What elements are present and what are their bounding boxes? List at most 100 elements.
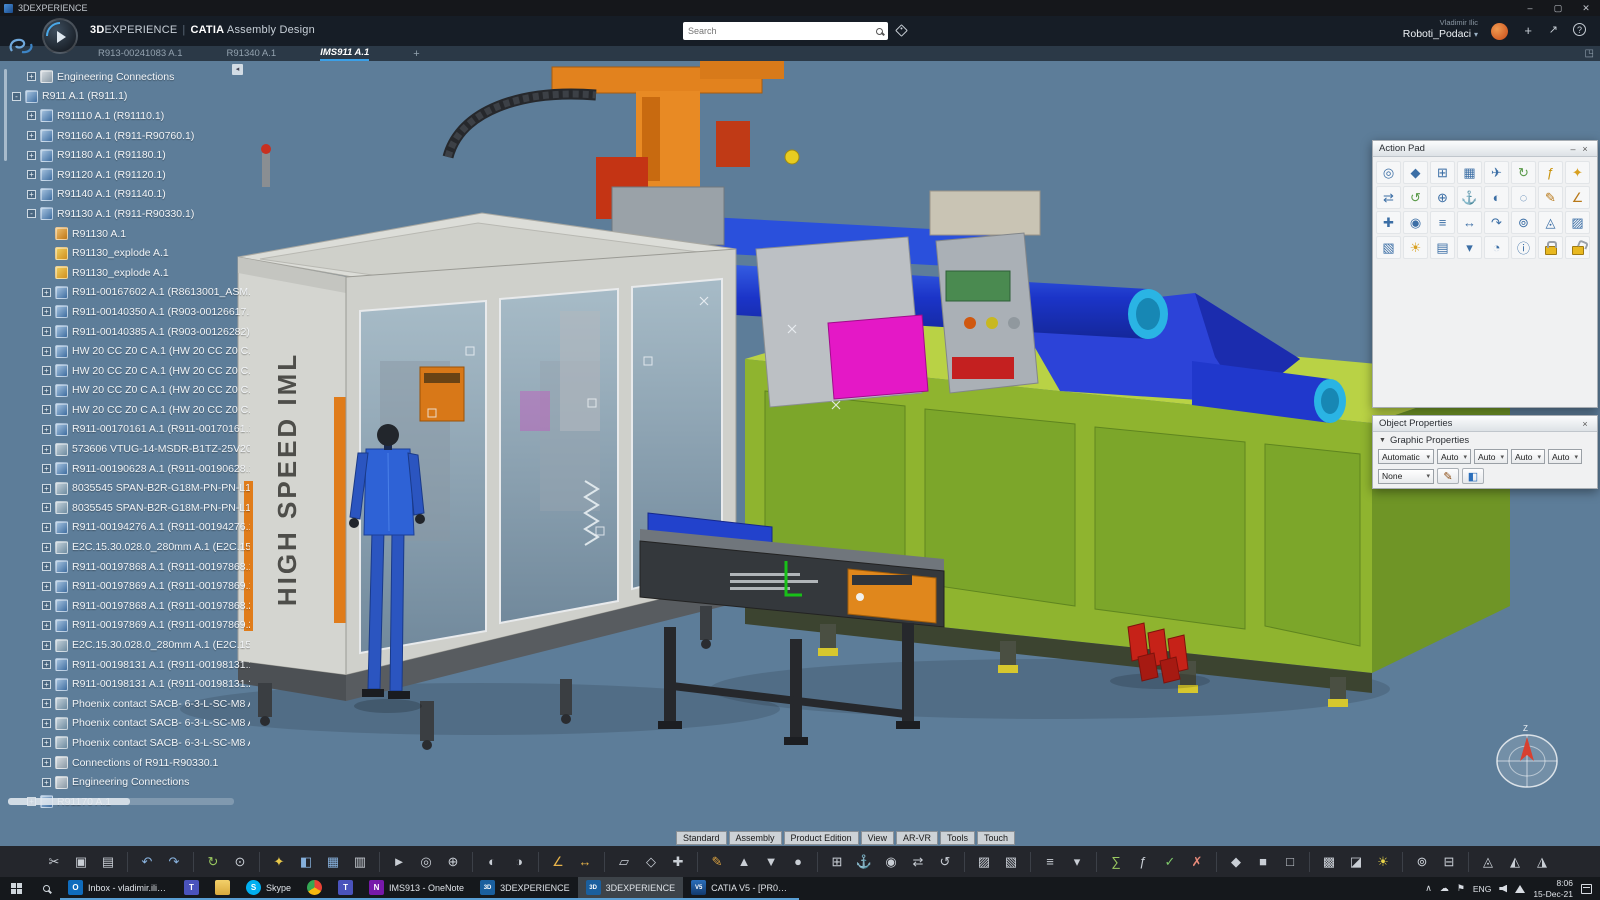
shade-icon[interactable]: ◐ — [1484, 186, 1509, 209]
tree-item[interactable]: +R911-00190628 A.1 (R911-00190628.1) — [0, 459, 250, 479]
explode-icon[interactable]: ◬ — [1538, 211, 1563, 234]
language-indicator[interactable]: ENG — [1473, 884, 1491, 894]
taskbar-app-teams[interactable]: T — [176, 877, 207, 900]
taskbar-search-button[interactable] — [32, 877, 60, 900]
insert-product-icon[interactable]: ◧ — [294, 850, 318, 874]
tree-item[interactable]: +R911-00140385 A.1 (R903-00126282) — [0, 322, 250, 342]
taskbar-app-chrome[interactable] — [299, 877, 330, 900]
top-view-icon[interactable]: □ — [1278, 850, 1302, 874]
expand-expander-icon[interactable]: + — [27, 72, 36, 81]
tab-ims911-a.1[interactable]: IMS911 A.1 — [320, 46, 369, 61]
measure-icon[interactable]: ∠ — [1565, 186, 1590, 209]
taskbar-app-3dexperience[interactable]: 3D3DEXPERIENCE — [472, 877, 578, 900]
pick-icon[interactable]: ✎ — [1538, 186, 1563, 209]
expand-expander-icon[interactable]: + — [27, 111, 36, 120]
update-icon[interactable]: ↻ — [201, 850, 225, 874]
update-icon[interactable]: ↻ — [1511, 161, 1536, 184]
lock-closed-icon[interactable] — [1538, 236, 1563, 259]
clash-icon[interactable]: ▧ — [1376, 236, 1401, 259]
expand-expander-icon[interactable]: + — [27, 190, 36, 199]
tab-r913-00241083-a.1[interactable]: R913-00241083 A.1 — [98, 46, 183, 61]
tree-item[interactable]: +R911-00170161 A.1 (R911-00170161.1) — [0, 420, 250, 440]
formula-icon[interactable]: ƒ — [1538, 161, 1563, 184]
onedrive-icon[interactable]: ☁ — [1440, 883, 1449, 894]
expand-expander-icon[interactable]: + — [42, 778, 51, 787]
expand-expander-icon[interactable]: + — [42, 738, 51, 747]
viewport[interactable]: HIGH SPEED IML — [0, 61, 1600, 846]
tree-item[interactable]: +Phoenix contact SACB- 6-3-L-SC-M8 A.1 ( — [0, 714, 250, 734]
tree-item[interactable]: -R911 A.1 (R911.1) — [0, 87, 250, 107]
graphic-prop-dropdown[interactable]: Auto▾ — [1548, 449, 1582, 464]
reframe-icon[interactable]: ◎ — [1376, 161, 1401, 184]
minimize-button[interactable]: – — [1516, 0, 1544, 16]
pocket-icon[interactable]: ▼ — [759, 850, 783, 874]
expand-expander-icon[interactable]: + — [42, 660, 51, 669]
anchor-icon[interactable]: ⚓ — [1457, 186, 1482, 209]
print-icon[interactable]: ⊟ — [1437, 850, 1461, 874]
avatar[interactable] — [1491, 23, 1508, 40]
tree-item[interactable]: +R91110 A.1 (R91110.1) — [0, 106, 250, 126]
help-icon[interactable]: ? — [1573, 23, 1586, 36]
undo-icon[interactable]: ↶ — [135, 850, 159, 874]
expand-expander-icon[interactable]: + — [42, 425, 51, 434]
refresh-icon[interactable]: ↺ — [1403, 186, 1428, 209]
graphic-prop-dropdown[interactable]: Automatic▾ — [1378, 449, 1434, 464]
tag-icon[interactable] — [895, 24, 908, 37]
copy-icon[interactable]: ▣ — [69, 850, 93, 874]
stack-icon[interactable]: ≡ — [1430, 211, 1455, 234]
action-pad-titlebar[interactable]: Action Pad – × — [1373, 141, 1597, 157]
toolbar-tab-view[interactable]: View — [861, 831, 894, 845]
tree-item[interactable]: +R91160 A.1 (R911-R90760.1) — [0, 126, 250, 146]
iso-view-icon[interactable]: ◆ — [1403, 161, 1428, 184]
expand-expander-icon[interactable]: + — [27, 131, 36, 140]
plane-icon[interactable]: ▱ — [612, 850, 636, 874]
tree-item[interactable]: +R911-00140350 A.1 (R903-00126617.1) — [0, 302, 250, 322]
expand-expander-icon[interactable]: + — [42, 601, 51, 610]
taskbar-app-explorer[interactable] — [207, 877, 238, 900]
close-panel-icon[interactable]: × — [1579, 419, 1591, 429]
graphic-prop-dropdown[interactable]: Auto▾ — [1437, 449, 1471, 464]
sketch-icon[interactable]: ✎ — [705, 850, 729, 874]
parameters-icon[interactable]: ƒ — [1131, 850, 1155, 874]
snap-icon[interactable]: ◉ — [879, 850, 903, 874]
expand-expander-icon[interactable]: + — [42, 543, 51, 552]
fly-icon[interactable]: ✈ — [1484, 161, 1509, 184]
expand-expander-icon[interactable]: + — [42, 347, 51, 356]
new-tab-button[interactable]: + — [413, 46, 419, 61]
3d-compass-icon[interactable] — [42, 18, 78, 54]
layers-icon[interactable]: ▤ — [1430, 236, 1455, 259]
taskbar-app-onenote[interactable]: NIMS913 - OneNote — [361, 877, 472, 900]
settings-icon[interactable]: ◔ — [1484, 236, 1509, 259]
expand-expander-icon[interactable]: + — [42, 288, 51, 297]
tree-item[interactable]: +R911-00198131 A.1 (R911-00198131.1) — [0, 655, 250, 675]
clash-icon[interactable]: ▧ — [999, 850, 1023, 874]
center-tree-icon[interactable]: ⊕ — [441, 850, 465, 874]
constraint-icon[interactable]: ⚓ — [852, 850, 876, 874]
maximize-button[interactable]: ▢ — [1544, 0, 1572, 16]
reframe-icon[interactable]: ◎ — [414, 850, 438, 874]
expand-expander-icon[interactable]: + — [42, 405, 51, 414]
tree-item[interactable]: -R91130 A.1 (R911-R90330.1) — [0, 204, 250, 224]
axis-icon[interactable]: ✚ — [666, 850, 690, 874]
notification-flag-icon[interactable]: ⚑ — [1457, 883, 1465, 894]
tree-horizontal-scrollbar[interactable] — [8, 798, 234, 805]
tree-item[interactable]: +R911-00197869 A.1 (R911-00197869.2) — [0, 616, 250, 636]
knowledge-icon[interactable]: ✦ — [1565, 161, 1590, 184]
tree-item[interactable]: +HW 20 CC Z0 C A.1 (HW 20 CC Z0 C.2) — [0, 361, 250, 381]
insert-component-icon[interactable]: ▦ — [321, 850, 345, 874]
expand-expander-icon[interactable]: + — [42, 366, 51, 375]
tree-item[interactable]: +HW 20 CC Z0 C A.1 (HW 20 CC Z0 C.3) — [0, 381, 250, 401]
tree-icon[interactable]: ≡ — [1038, 850, 1062, 874]
touch-mode-icon[interactable]: ◮ — [1530, 850, 1554, 874]
measure-between-icon[interactable]: ↔ — [573, 850, 597, 874]
pad-icon[interactable]: ▲ — [732, 850, 756, 874]
point-icon[interactable]: ◇ — [639, 850, 663, 874]
graphic-prop-dropdown[interactable]: Auto▾ — [1474, 449, 1508, 464]
paste-icon[interactable]: ▤ — [96, 850, 120, 874]
tree-item[interactable]: +R911-00194276 A.1 (R911-00194276.1) — [0, 518, 250, 538]
swap-visible-icon[interactable]: ◑ — [507, 850, 531, 874]
tree-item[interactable]: +E2C.15.30.028.0_280mm A.1 (E2C.15.30.0 — [0, 635, 250, 655]
object-properties-titlebar[interactable]: Object Properties × — [1373, 416, 1597, 432]
tree-item[interactable]: +R911-00198131 A.1 (R911-00198131.2) — [0, 674, 250, 694]
clock[interactable]: 8:06 15-Dec-21 — [1533, 878, 1573, 898]
